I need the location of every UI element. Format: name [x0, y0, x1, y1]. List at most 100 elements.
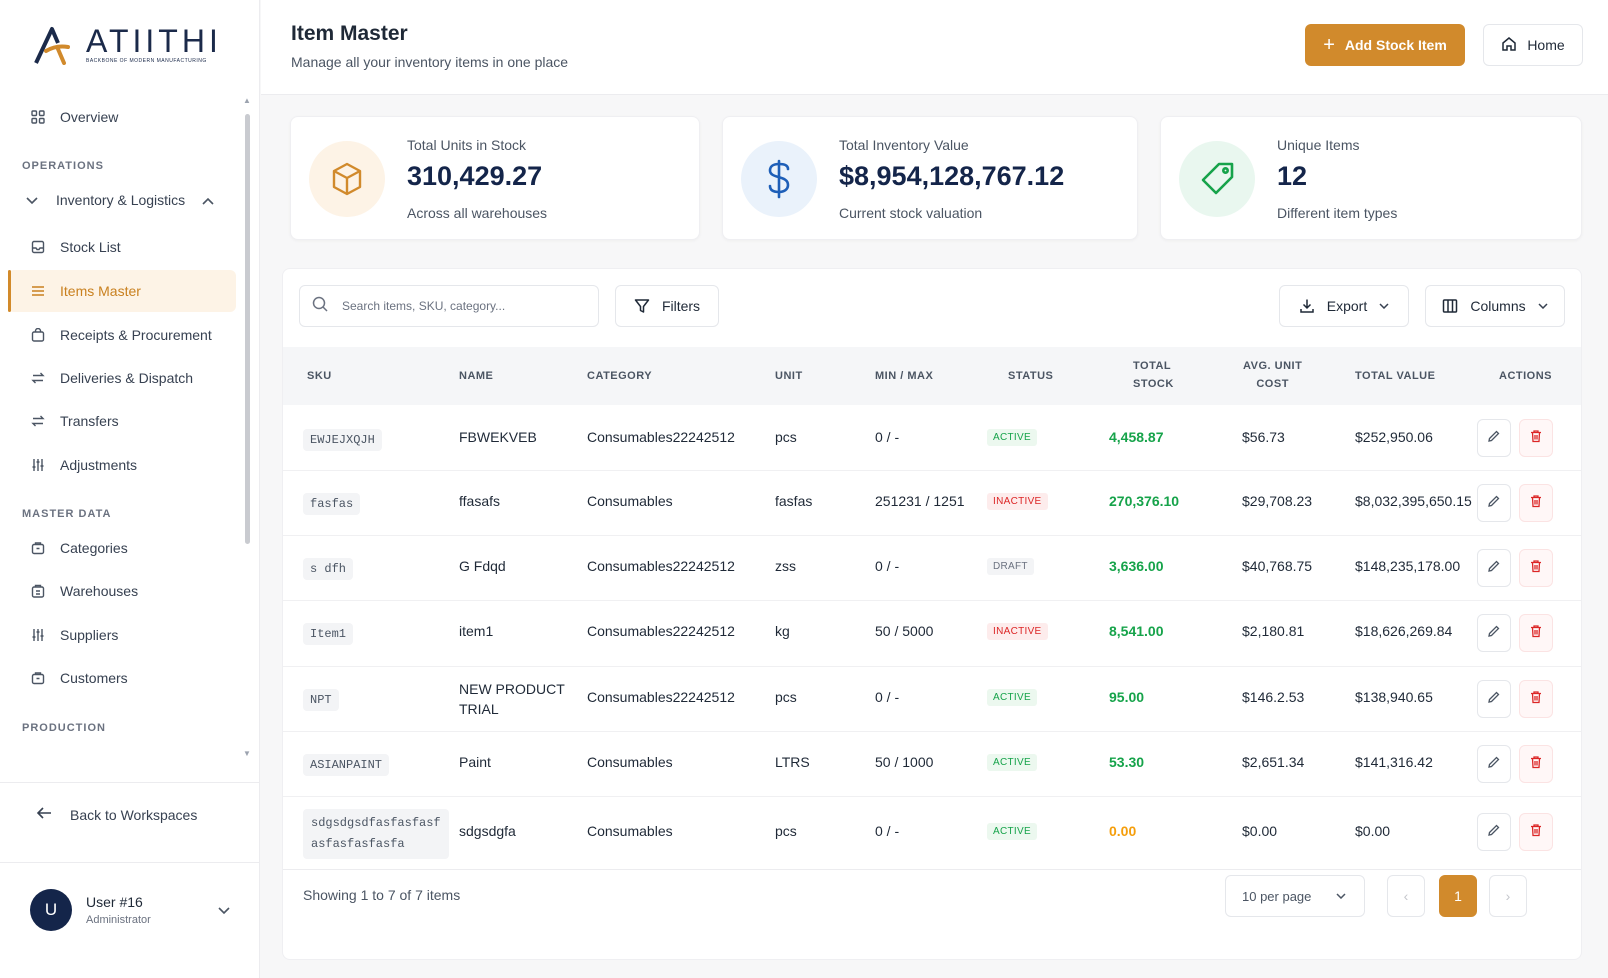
delete-button[interactable] [1519, 745, 1553, 783]
back-to-workspaces-link[interactable]: Back to Workspaces [36, 806, 197, 823]
item-avg-cost: $40,768.75 [1242, 558, 1313, 574]
next-page-button[interactable]: › [1489, 875, 1527, 917]
sidebar-item-warehouses[interactable]: Warehouses [8, 570, 236, 612]
filters-button[interactable]: Filters [615, 285, 719, 327]
trash-icon [1529, 823, 1543, 842]
home-button[interactable]: Home [1483, 24, 1583, 66]
pencil-icon [1487, 755, 1501, 774]
section-label-operations: OPERATIONS [22, 160, 104, 172]
table-row: EWJEJXQJH FBWEKVEB Consumables22242512 p… [283, 405, 1581, 471]
status-badge: ACTIVE [987, 823, 1037, 840]
sidebar-item-deliveries[interactable]: Deliveries & Dispatch [8, 357, 236, 399]
page-subtitle: Manage all your inventory items in one p… [291, 54, 569, 70]
column-header-minmax[interactable]: MIN / MAX [875, 367, 933, 385]
per-page-select[interactable]: 10 per page [1225, 875, 1365, 917]
column-header-total-value[interactable]: TOTAL VALUE [1355, 367, 1435, 385]
column-header-status[interactable]: STATUS [1008, 367, 1053, 385]
edit-button[interactable] [1477, 813, 1511, 851]
delete-button[interactable] [1519, 680, 1553, 718]
edit-button[interactable] [1477, 484, 1511, 522]
item-unit: pcs [775, 429, 797, 445]
column-header-sku[interactable]: SKU [307, 367, 332, 385]
sidebar-item-transfers[interactable]: Transfers [8, 400, 236, 442]
sidebar-item-label: Items Master [60, 283, 141, 299]
search-box[interactable] [299, 285, 599, 327]
sidebar-item-categories[interactable]: Categories [8, 527, 236, 569]
home-icon [1501, 36, 1517, 55]
item-name-line: NEW PRODUCT [459, 681, 565, 697]
item-avg-cost: $2,651.34 [1242, 754, 1305, 770]
status-badge: ACTIVE [987, 429, 1037, 446]
item-category: Consumables [587, 754, 673, 770]
user-role: Administrator [86, 914, 151, 926]
page-button-1[interactable]: 1 [1439, 875, 1477, 917]
tag-icon [1179, 141, 1255, 217]
delete-button[interactable] [1519, 549, 1553, 587]
edit-button[interactable] [1477, 745, 1511, 783]
stat-label: Total Units in Stock [407, 137, 527, 153]
item-minmax: 0 / - [875, 823, 900, 839]
sidebar-group-inventory[interactable]: Inventory & Logistics [8, 182, 236, 218]
scrollbar-thumb[interactable] [245, 114, 250, 544]
item-name: ffasafs [459, 493, 500, 509]
delete-button[interactable] [1519, 419, 1553, 457]
export-button[interactable]: Export [1279, 285, 1409, 327]
user-name: User #16 [86, 894, 143, 910]
column-header-total-stock[interactable]: TOTAL STOCK [1133, 357, 1174, 393]
item-name: item1 [459, 623, 494, 639]
grid-icon [30, 109, 46, 125]
sidebar-item-customers[interactable]: Customers [8, 657, 236, 699]
add-stock-item-button[interactable]: + Add Stock Item [1305, 24, 1465, 66]
sku-badge: EWJEJXQJH [303, 429, 382, 451]
sidebar-item-overview[interactable]: Overview [8, 96, 236, 138]
item-name-line: TRIAL [459, 701, 499, 717]
trash-icon [1529, 559, 1543, 578]
sidebar-scrollbar[interactable]: ▲ ▼ [242, 96, 252, 758]
delete-button[interactable] [1519, 484, 1553, 522]
column-header-name[interactable]: NAME [459, 367, 493, 385]
column-header-avg-cost[interactable]: AVG. UNIT COST [1243, 357, 1302, 393]
table-header: SKU NAME CATEGORY UNIT MIN / MAX STATUS … [283, 347, 1581, 405]
delete-button[interactable] [1519, 614, 1553, 652]
edit-button[interactable] [1477, 614, 1511, 652]
table-row: Item1 item1 Consumables22242512 kg 50 / … [283, 601, 1581, 667]
item-unit: fasfas [775, 493, 813, 509]
search-input[interactable] [342, 299, 582, 313]
back-label: Back to Workspaces [70, 806, 198, 823]
column-header-unit[interactable]: UNIT [775, 367, 803, 385]
column-header-category[interactable]: CATEGORY [587, 367, 652, 385]
item-avg-cost: $0.00 [1242, 823, 1278, 839]
item-name: G Fdqd [459, 558, 506, 574]
edit-button[interactable] [1477, 680, 1511, 718]
brand-logo[interactable]: ATIITHI BACKBONE OF MODERN MANUFACTURING [32, 22, 222, 68]
scroll-down-icon[interactable]: ▼ [243, 749, 251, 758]
edit-button[interactable] [1477, 549, 1511, 587]
columns-icon [1442, 298, 1458, 314]
list-icon [30, 283, 46, 299]
scroll-up-icon[interactable]: ▲ [243, 96, 251, 105]
item-minmax: 50 / 5000 [875, 623, 934, 639]
prev-page-button[interactable]: ‹ [1387, 875, 1425, 917]
user-menu[interactable]: U User #16 Administrator [30, 888, 230, 932]
sku-line: asfasfasfasfa [311, 837, 405, 851]
chevron-up-icon [202, 192, 214, 208]
sku-line: sdgsdgsdfasfasfasf [311, 816, 441, 830]
item-total-stock: 95.00 [1109, 689, 1145, 705]
pencil-icon [1487, 494, 1501, 513]
sidebar-item-stock-list[interactable]: Stock List [8, 226, 236, 268]
item-unit: pcs [775, 689, 797, 705]
item-minmax: 251231 / 1251 [875, 493, 965, 509]
sku-badge: s dfh [303, 558, 354, 580]
delete-button[interactable] [1519, 813, 1553, 851]
sidebar-item-receipts[interactable]: Receipts & Procurement [8, 314, 236, 356]
sidebar-item-suppliers[interactable]: Suppliers [8, 614, 236, 656]
columns-button[interactable]: Columns [1425, 285, 1565, 327]
item-category: Consumables [587, 823, 673, 839]
edit-button[interactable] [1477, 419, 1511, 457]
item-unit: kg [775, 623, 790, 639]
item-minmax: 0 / - [875, 429, 900, 445]
sidebar-item-adjustments[interactable]: Adjustments [8, 444, 236, 486]
sidebar-item-items-master[interactable]: Items Master [8, 270, 236, 312]
item-total-stock: 8,541.00 [1109, 623, 1164, 639]
pencil-icon [1487, 690, 1501, 709]
